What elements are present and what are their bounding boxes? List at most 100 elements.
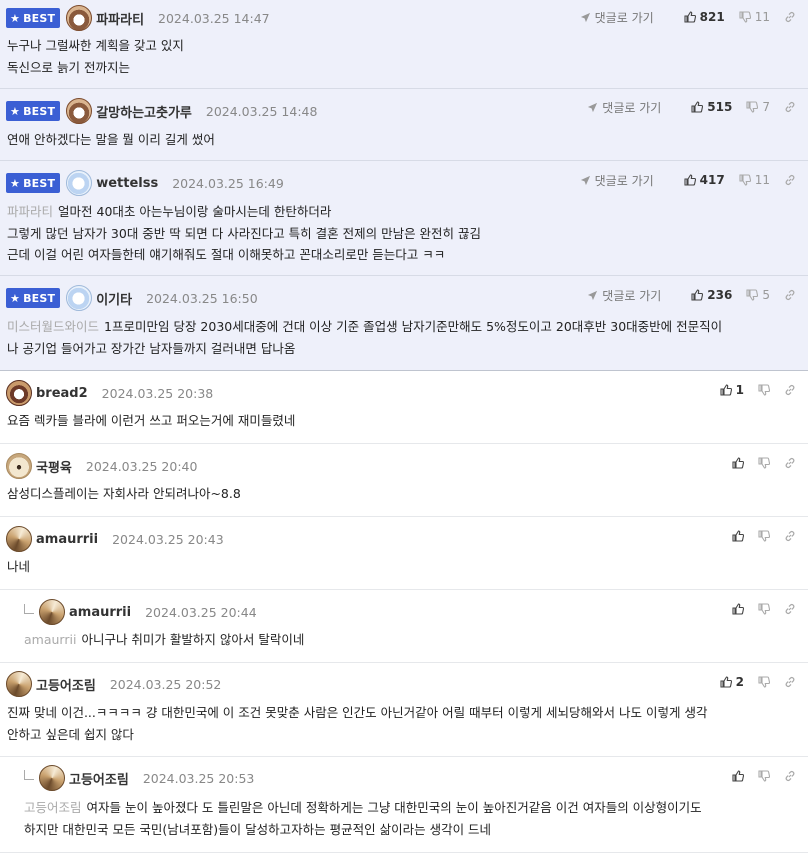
dislike-button[interactable]: 11 [739, 173, 770, 187]
like-count: 821 [699, 10, 725, 24]
share-button[interactable] [784, 174, 796, 186]
like-button[interactable]: 236 [691, 288, 732, 302]
dog-avatar[interactable] [66, 5, 93, 31]
dislike-button[interactable] [758, 384, 770, 396]
thumbs-up-icon [732, 457, 744, 469]
fox-avatar[interactable] [6, 671, 32, 697]
comment-actions [718, 598, 796, 620]
dog-avatar[interactable] [66, 98, 93, 124]
fox-avatar[interactable] [39, 765, 65, 791]
dislike-button[interactable] [758, 603, 770, 615]
like-button[interactable]: 417 [684, 173, 725, 187]
share-button[interactable] [784, 289, 796, 301]
go-to-reply-link[interactable]: 댓글로 가기 [580, 172, 654, 189]
like-button[interactable]: 515 [691, 100, 732, 114]
star-icon: ★ [10, 291, 21, 305]
dislike-button[interactable] [758, 457, 770, 469]
comment: amaurrii 2024.03.25 20:43 나네 [0, 517, 808, 590]
comment-actions: 댓글로 가기 821 11 [580, 6, 796, 28]
comment: bread2 2024.03.25 20:38 1 요즘 렉카들 블라에 이런거… [0, 371, 808, 444]
share-button[interactable] [784, 457, 796, 469]
comment-actions [718, 765, 796, 787]
comment-actions: 2 [706, 671, 796, 693]
star-icon: ★ [10, 176, 21, 190]
reply-comment: amaurrii 2024.03.25 20:44 amaurrii 아니구나 취… [0, 590, 808, 663]
like-button[interactable]: 2 [720, 675, 744, 689]
like-button[interactable] [732, 603, 744, 615]
star-icon: ★ [10, 11, 21, 25]
nickname[interactable]: bread2 [36, 386, 88, 401]
share-button[interactable] [784, 530, 796, 542]
dislike-button[interactable]: 11 [739, 10, 770, 24]
mention-nickname[interactable]: amaurrii [24, 632, 76, 647]
cloud-avatar[interactable] [66, 170, 93, 196]
reply-arrow-icon [24, 770, 34, 780]
comment-body: 진짜 맞네 이건...ㅋㅋㅋㅋ 걍 대한민국에 이 조건 못맞춘 사람은 인간도… [7, 705, 708, 742]
like-count: 1 [735, 383, 744, 397]
nickname[interactable]: wettelss [96, 176, 158, 191]
dislike-button[interactable]: 7 [746, 100, 770, 114]
comment-header: 고등어조림 2024.03.25 20:52 [6, 671, 221, 697]
share-button[interactable] [784, 11, 796, 23]
thumbs-up-icon [732, 530, 744, 542]
cloud-avatar[interactable] [66, 285, 93, 311]
dog-avatar[interactable] [6, 380, 32, 406]
fox-avatar[interactable] [39, 599, 65, 625]
best-comment: ★ BEST 갈망하는고춧가루 2024.03.25 14:48 댓글로 가기 5… [0, 89, 808, 161]
dislike-button[interactable] [758, 770, 770, 782]
go-to-reply-link[interactable]: 댓글로 가기 [587, 287, 661, 304]
best-comment: ★ BEST 파파라티 2024.03.25 14:47 댓글로 가기 821 1… [0, 0, 808, 89]
comment-body: 고등어조림 여자들 눈이 높아졌다 도 틀린말은 아닌데 정확하게는 그냥 대한민… [24, 800, 702, 837]
dislike-button[interactable]: 5 [746, 288, 770, 302]
mention-nickname[interactable]: 미스터월드와이드 [7, 319, 99, 334]
mention-nickname[interactable]: 파파라티 [7, 204, 53, 219]
comment-header: 고등어조림 2024.03.25 20:53 [24, 765, 254, 791]
comment-actions [718, 525, 796, 547]
best-comment: ★ BEST 이기타 2024.03.25 16:50 댓글로 가기 236 5 … [0, 276, 808, 371]
comment: 고등어조림 2024.03.25 20:52 2 진짜 맞네 이건...ㅋㅋㅋㅋ… [0, 663, 808, 757]
nickname[interactable]: 고등어조림 [36, 675, 96, 694]
best-badge: ★ BEST [6, 8, 61, 28]
dislike-button[interactable] [758, 530, 770, 542]
nickname[interactable]: 국평육 [36, 457, 72, 476]
like-button[interactable] [732, 457, 744, 469]
link-icon [785, 385, 795, 395]
share-button[interactable] [784, 101, 796, 113]
share-button[interactable] [784, 770, 796, 782]
share-button[interactable] [784, 603, 796, 615]
comment: 국평육 2024.03.25 20:40 삼성디스플레이는 자회사라 안되려나아… [0, 444, 808, 517]
go-to-reply-link[interactable]: 댓글로 가기 [587, 99, 661, 116]
thumbs-up-icon [732, 770, 744, 782]
share-button[interactable] [784, 676, 796, 688]
like-button[interactable] [732, 530, 744, 542]
dislike-count: 11 [754, 10, 770, 24]
link-icon [785, 175, 795, 185]
nickname[interactable]: 갈망하는고춧가루 [96, 102, 192, 121]
comment-header: ★ BEST 이기타 2024.03.25 16:50 [6, 285, 258, 311]
timestamp: 2024.03.25 20:44 [145, 604, 257, 620]
share-button[interactable] [784, 384, 796, 396]
comment-body: 연애 안하겠다는 말을 뭘 이리 길게 썼어 [7, 132, 215, 147]
nickname[interactable]: 고등어조림 [69, 769, 129, 788]
nickname[interactable]: 파파라티 [96, 9, 144, 28]
mention-nickname[interactable]: 고등어조림 [24, 800, 82, 815]
go-to-reply-link[interactable]: 댓글로 가기 [580, 9, 654, 26]
send-arrow-icon [588, 290, 598, 300]
fox-avatar[interactable] [6, 526, 32, 552]
nickname[interactable]: 이기타 [96, 289, 132, 308]
dislike-button[interactable] [758, 676, 770, 688]
like-button[interactable]: 1 [720, 383, 744, 397]
timestamp: 2024.03.25 20:40 [85, 458, 198, 474]
timestamp: 2024.03.25 20:38 [101, 385, 214, 401]
like-button[interactable] [732, 770, 744, 782]
nickname[interactable]: amaurrii [36, 532, 98, 547]
nickname[interactable]: amaurrii [69, 605, 131, 620]
like-button[interactable]: 821 [684, 10, 725, 24]
comment-header: ★ BEST 파파라티 2024.03.25 14:47 [6, 5, 270, 31]
best-badge: ★ BEST [6, 288, 61, 308]
puppy-avatar[interactable] [6, 453, 32, 479]
comment-actions: 1 [706, 379, 796, 401]
timestamp: 2024.03.25 16:50 [146, 290, 258, 306]
thumbs-down-icon [758, 770, 770, 782]
link-icon [785, 677, 795, 687]
